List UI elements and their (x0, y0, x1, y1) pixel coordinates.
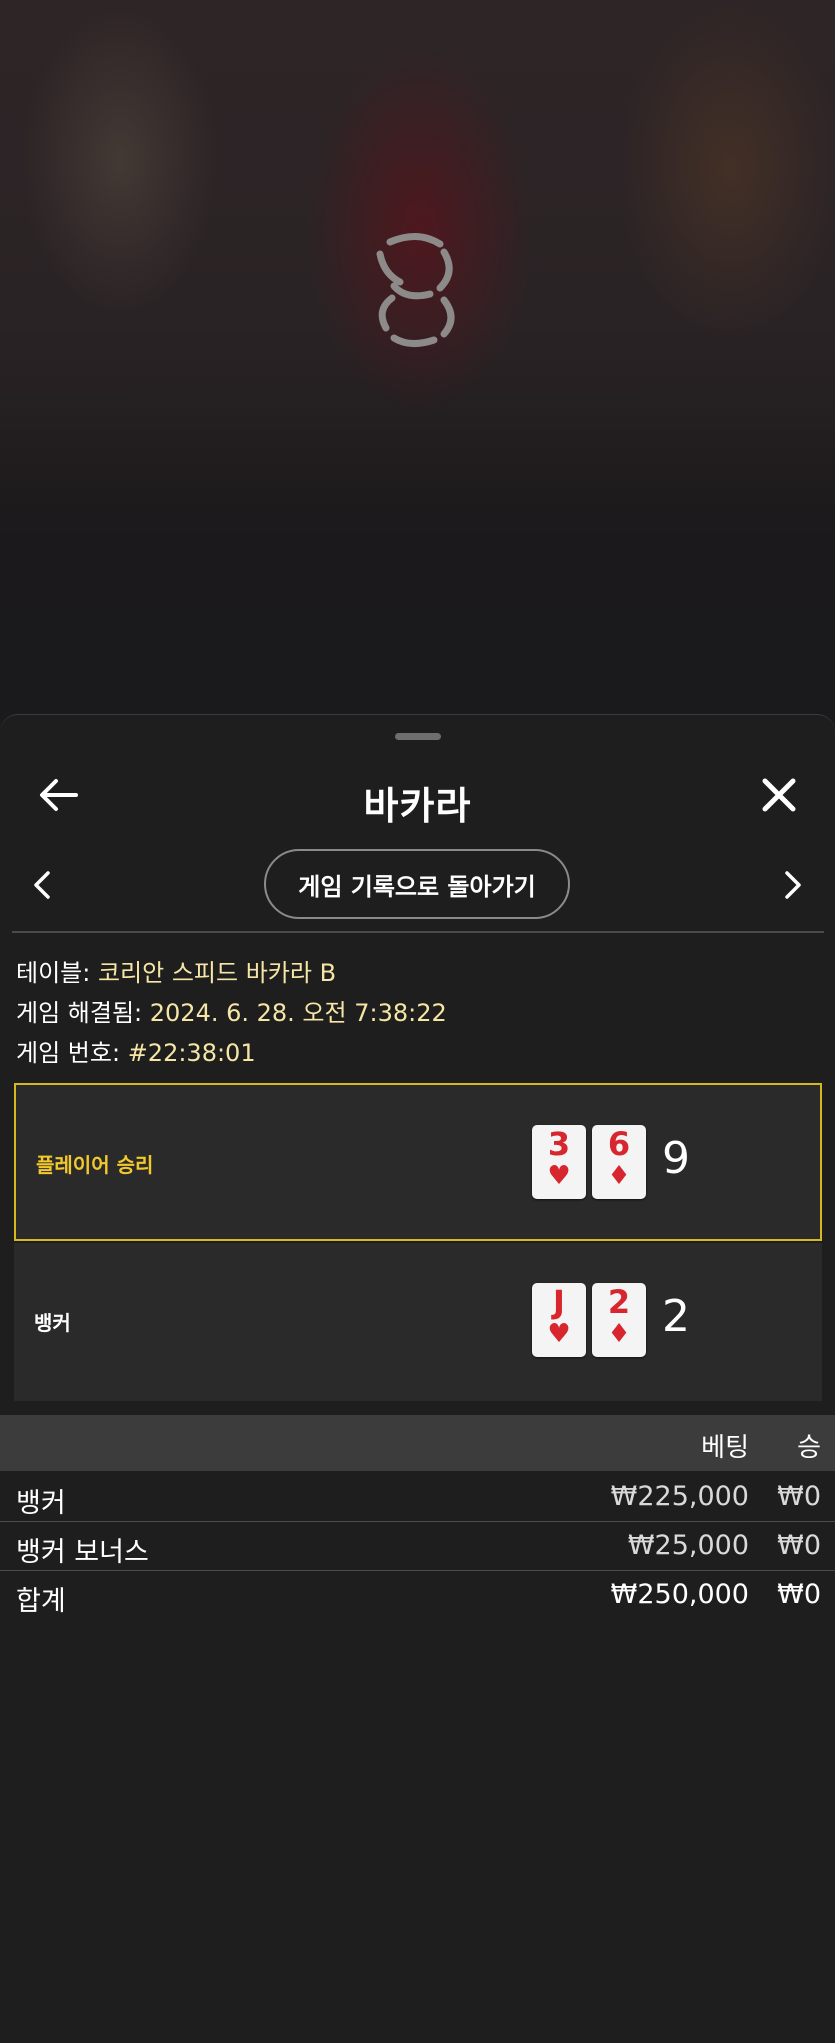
playing-card: 2 ♦ (592, 1283, 646, 1357)
win-amount: ₩0 (777, 1530, 821, 1561)
win-column-header: 승 (797, 1433, 821, 1463)
table-value: 코리안 스피드 바카라 B (97, 959, 337, 987)
hand-score: 9 (662, 1133, 690, 1184)
loading-spinner-icon (376, 233, 455, 347)
game-number-value: #22:38:01 (127, 1039, 256, 1067)
history-nav: 게임 기록으로 돌아가기 (0, 849, 835, 921)
back-to-history-button[interactable]: 게임 기록으로 돌아가기 (264, 849, 570, 919)
hand-label: 뱅커 (34, 1311, 71, 1335)
hand-label: 플레이어 승리 (36, 1153, 154, 1177)
card-rank: 3 (547, 1125, 571, 1163)
sheet-drag-handle[interactable] (395, 733, 441, 740)
bet-name: 뱅커 (16, 1488, 66, 1519)
banker-hand-row: 뱅커 J ♥ 2 ♦ 2 (14, 1243, 822, 1401)
card-rank: 6 (607, 1125, 631, 1163)
diamond-suit-icon: ♦ (607, 1161, 631, 1191)
game-number-label: 게임 번호: (16, 1039, 121, 1067)
bets-table-header: 베팅 승 (0, 1415, 835, 1471)
win-amount: ₩0 (777, 1481, 821, 1512)
close-button[interactable] (757, 773, 801, 817)
table-row: 뱅커 ₩225,000 ₩0 (0, 1473, 835, 1522)
table-row: 뱅커 보너스 ₩25,000 ₩0 (0, 1522, 835, 1571)
next-game-button[interactable] (777, 865, 807, 905)
hand-score: 2 (662, 1291, 690, 1342)
chevron-left-icon (34, 871, 50, 899)
playing-card: 6 ♦ (592, 1125, 646, 1199)
sheet-header: 바카라 (0, 755, 835, 835)
total-label: 합계 (16, 1586, 66, 1617)
bet-amount: ₩225,000 (610, 1481, 749, 1512)
table-info: 테이블: 코리안 스피드 바카라 B (16, 953, 336, 988)
bet-column-header: 베팅 (701, 1433, 749, 1463)
game-result-sheet: 바카라 게임 기록으로 돌아가기 테이블: 코리안 스피드 바카라 B 게임 해… (0, 714, 835, 2043)
card-rank: 2 (607, 1283, 631, 1321)
diamond-suit-icon: ♦ (607, 1319, 631, 1349)
sheet-title: 바카라 (363, 784, 472, 828)
divider (12, 931, 824, 933)
table-label: 테이블: (16, 959, 91, 987)
bet-amount: ₩25,000 (627, 1530, 749, 1561)
playing-card: J ♥ (532, 1283, 586, 1357)
game-number-info: 게임 번호: #22:38:01 (16, 1033, 256, 1068)
bet-name: 뱅커 보너스 (16, 1537, 149, 1568)
close-icon (762, 778, 796, 812)
resolved-value: 2024. 6. 28. 오전 7:38:22 (149, 999, 447, 1027)
previous-game-button[interactable] (28, 865, 58, 905)
chevron-right-icon (785, 871, 801, 899)
player-hand-row: 플레이어 승리 3 ♥ 6 ♦ 9 (14, 1083, 822, 1241)
total-bet-amount: ₩250,000 (610, 1579, 749, 1610)
resolved-label: 게임 해결됨: (16, 999, 143, 1027)
resolved-info: 게임 해결됨: 2024. 6. 28. 오전 7:38:22 (16, 993, 447, 1028)
total-row: 합계 ₩250,000 ₩0 (0, 1571, 835, 1619)
heart-suit-icon: ♥ (547, 1161, 571, 1191)
card-rank: J (553, 1283, 565, 1321)
total-win-amount: ₩0 (777, 1579, 821, 1610)
live-video-background (0, 0, 835, 720)
playing-card: 3 ♥ (532, 1125, 586, 1199)
heart-suit-icon: ♥ (547, 1319, 571, 1349)
